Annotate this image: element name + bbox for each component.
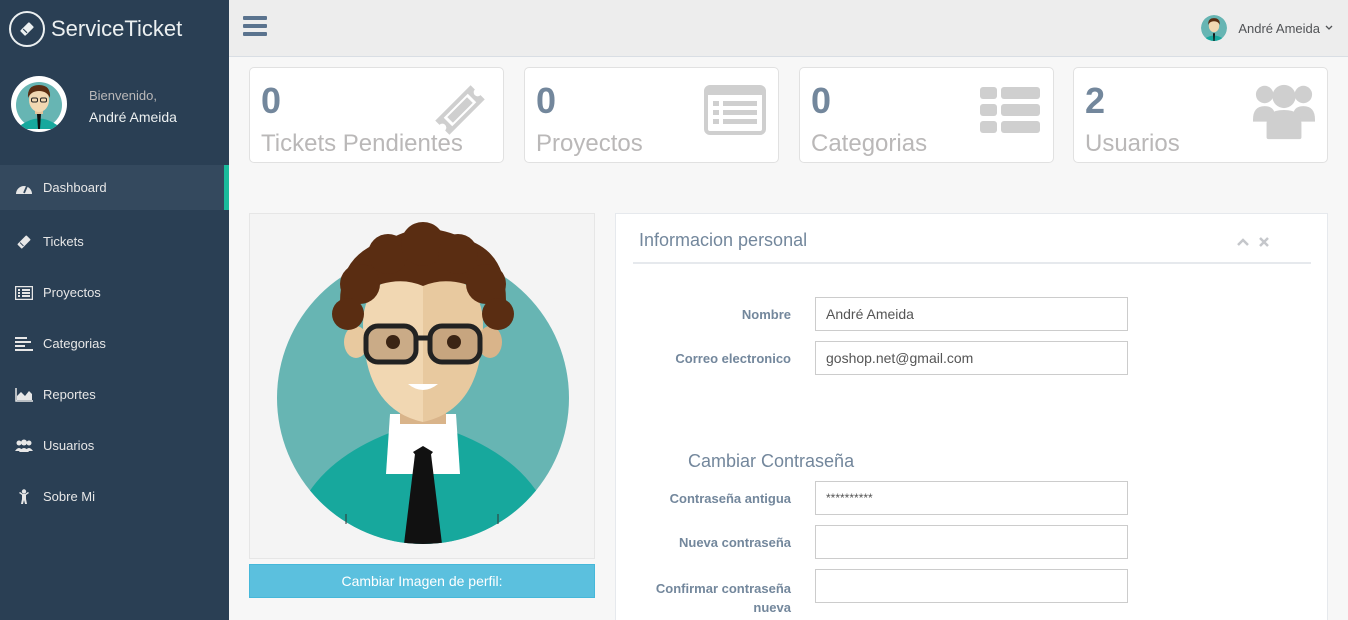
area-chart-icon	[14, 387, 33, 403]
panel-tools	[1237, 234, 1269, 250]
stat-count: 0	[261, 80, 282, 121]
avatar	[1201, 15, 1228, 41]
align-left-icon	[14, 336, 33, 352]
ticket-icon	[429, 80, 491, 140]
sidebar-item-label: Tickets	[43, 234, 84, 249]
collapse-chevron-up-icon[interactable]	[1237, 234, 1249, 250]
sidebar-item-tickets[interactable]: Tickets	[0, 216, 229, 267]
profile-image-panel	[249, 213, 595, 559]
sidebar-profile: Bienvenido, André Ameida	[0, 70, 229, 140]
sidebar-item-sobre-mi[interactable]: Sobre Mi	[0, 471, 229, 522]
stat-count: 0	[811, 80, 832, 121]
new-password-field[interactable]	[815, 525, 1128, 559]
sidebar-item-usuarios[interactable]: Usuarios	[0, 420, 229, 471]
panel-title: Informacion personal	[639, 230, 808, 250]
name-label: Nombre	[741, 307, 791, 322]
panel-divider	[633, 262, 1311, 264]
menu-toggle-icon[interactable]	[243, 16, 267, 38]
avatar	[11, 76, 67, 132]
stat-tile-tickets: 0 Tickets Pendientes	[249, 67, 504, 163]
stat-count: 0	[536, 80, 557, 121]
name-field[interactable]	[815, 297, 1128, 331]
chevron-down-icon	[1325, 25, 1333, 30]
close-icon[interactable]	[1259, 234, 1269, 250]
stat-tile-proyectos: 0 Proyectos	[524, 67, 779, 163]
user-name: André Ameida	[1238, 20, 1320, 36]
confirm-password-label: Confirmar contraseña nueva	[655, 581, 791, 615]
users-icon	[1253, 80, 1315, 140]
email-field[interactable]	[815, 341, 1128, 375]
user-dropdown[interactable]: André Ameida	[1201, 15, 1334, 41]
sidebar-item-dashboard[interactable]: Dashboard	[0, 165, 229, 210]
email-label: Correo electronico	[675, 351, 791, 366]
sidebar: ServiceTicket Bienvenido, André Ameida D…	[0, 0, 229, 620]
change-profile-image-button[interactable]: Cambiar Imagen de perfil:	[249, 564, 595, 598]
sidebar-nav: Dashboard Tickets Proyectos Categorias R…	[0, 165, 229, 522]
new-password-label: Nueva contraseña	[679, 535, 791, 550]
welcome-text: Bienvenido,	[89, 88, 157, 103]
sidebar-item-label: Categorias	[43, 336, 106, 351]
ticket-logo-icon	[9, 10, 45, 47]
stat-label: Usuarios	[1085, 130, 1180, 157]
change-password-heading: Cambiar Contraseña	[688, 451, 855, 471]
stat-label: Proyectos	[536, 130, 643, 157]
sidebar-item-label: Proyectos	[43, 285, 101, 300]
ticket-icon	[14, 234, 33, 250]
child-icon	[14, 488, 33, 505]
th-list-icon	[979, 80, 1041, 140]
sidebar-item-label: Sobre Mi	[43, 489, 96, 504]
list-alt-icon	[14, 285, 33, 301]
stat-count: 2	[1085, 80, 1106, 121]
profile-avatar-image	[277, 222, 569, 544]
users-icon	[14, 438, 33, 454]
sidebar-item-label: Reportes	[43, 387, 96, 402]
profile-name: André Ameida	[89, 109, 177, 125]
stat-tile-usuarios: 2 Usuarios	[1073, 67, 1328, 163]
stat-label: Categorias	[811, 130, 928, 157]
dashboard-icon	[14, 180, 33, 196]
top-navbar: André Ameida	[229, 0, 1348, 57]
old-password-label: Contraseña antigua	[669, 491, 791, 506]
confirm-password-field[interactable]	[815, 569, 1128, 603]
sidebar-item-categorias[interactable]: Categorias	[0, 318, 229, 369]
sidebar-item-label: Dashboard	[43, 180, 107, 195]
sidebar-item-proyectos[interactable]: Proyectos	[0, 267, 229, 318]
stat-tile-categorias: 0 Categorias	[799, 67, 1054, 163]
personal-info-panel: Informacion personal Nombre Correo elect…	[615, 213, 1328, 620]
sidebar-item-reportes[interactable]: Reportes	[0, 369, 229, 420]
brand-name: ServiceTicket	[51, 15, 183, 41]
sidebar-item-label: Usuarios	[43, 438, 95, 453]
list-alt-icon	[704, 80, 766, 140]
brand[interactable]: ServiceTicket	[0, 0, 229, 57]
old-password-field[interactable]	[815, 481, 1128, 515]
